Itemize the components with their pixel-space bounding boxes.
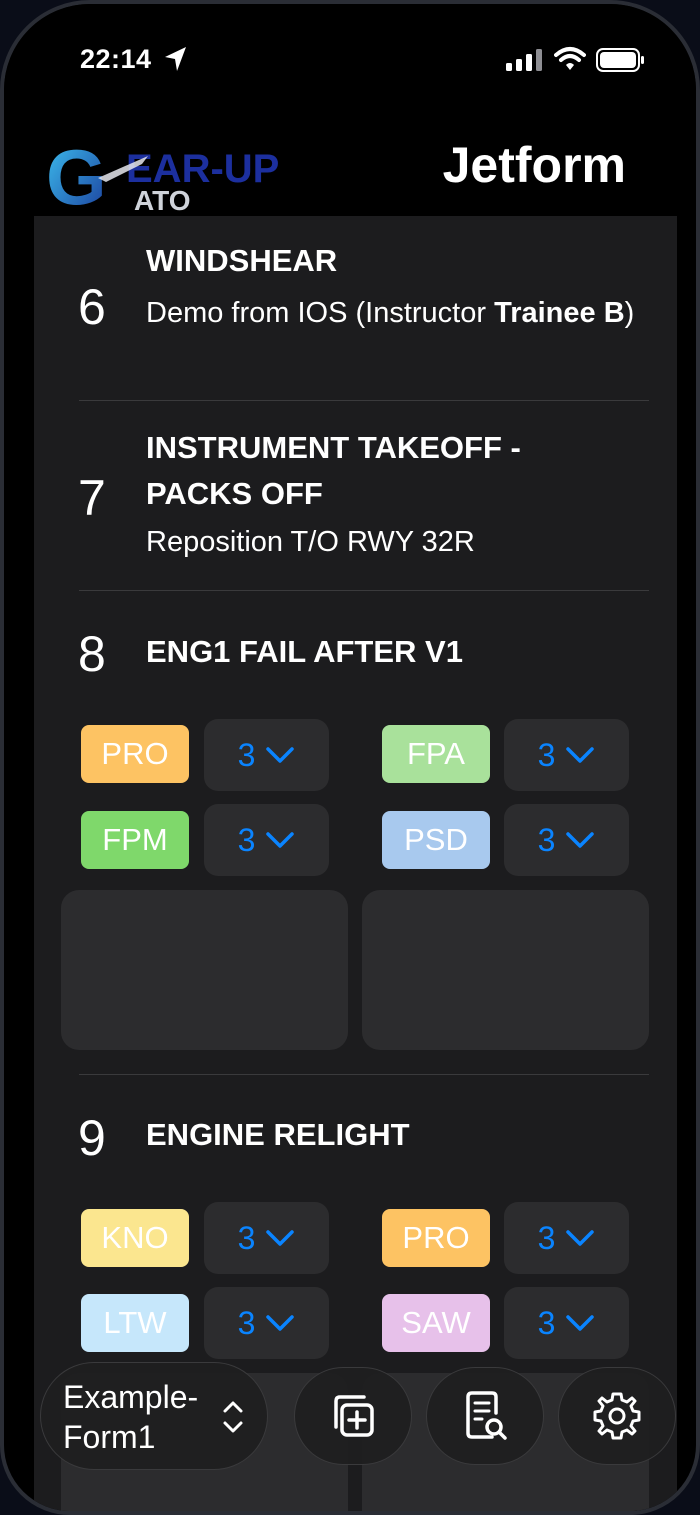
chevron-down-icon — [266, 832, 295, 848]
grade-value: 3 — [537, 736, 556, 773]
item-list[interactable]: 6 WINDSHEAR Demo from IOS (Instructor Tr… — [34, 216, 677, 1511]
status-time: 22:14 — [80, 44, 152, 74]
list-item[interactable]: 8 ENG1 FAIL AFTER V1 PRO 3 FPA 3 FPM 3 P… — [34, 591, 677, 1074]
grade-dropdown[interactable]: 3 — [204, 1287, 329, 1359]
chevron-down-icon — [266, 747, 295, 763]
grade-dropdown[interactable]: 3 — [504, 804, 629, 876]
list-item[interactable]: 6 WINDSHEAR Demo from IOS (Instructor Tr… — [34, 216, 677, 400]
chevron-down-icon — [266, 1230, 295, 1246]
gear-up-ato-logo: G EAR-UP ATO — [46, 134, 279, 221]
grade-tag: PRO — [81, 725, 189, 783]
phone-frame: 22:14 G EAR-UP ATO Jetform 6 WINDSHEAR D… — [0, 0, 700, 1515]
grade-tag: FPM — [81, 811, 189, 869]
item-title: ENG1 FAIL AFTER V1 — [146, 634, 463, 669]
grade-value: 3 — [537, 1219, 556, 1256]
settings-button[interactable] — [558, 1367, 676, 1465]
gear-icon — [593, 1392, 641, 1440]
grade-value: 3 — [237, 736, 256, 773]
item-number: 9 — [78, 1110, 106, 1166]
chevron-down-icon — [566, 1315, 595, 1331]
svg-text:ATO: ATO — [134, 185, 191, 216]
item-title: ENGINE RELIGHT — [146, 1117, 410, 1152]
list-item[interactable]: 7 INSTRUMENT TAKEOFF - PACKS OFF Reposit… — [34, 401, 677, 591]
grade-value: 3 — [237, 1304, 256, 1341]
status-bar: 22:14 — [4, 4, 696, 114]
grade-dropdown[interactable]: 3 — [504, 1287, 629, 1359]
svg-text:G: G — [46, 134, 107, 221]
grade-tag: PSD — [382, 811, 490, 869]
form-name: Example-Form1 — [63, 1379, 199, 1455]
grade-dropdown[interactable]: 3 — [504, 719, 629, 791]
chevron-down-icon — [566, 832, 595, 848]
chevron-down-icon — [566, 747, 595, 763]
grade-value: 3 — [537, 1304, 556, 1341]
document-search-icon — [466, 1391, 507, 1440]
item-subtitle: Demo from IOS (Instructor Trainee B) — [146, 297, 635, 329]
duplicate-form-button[interactable] — [294, 1367, 412, 1465]
note-field[interactable] — [362, 890, 649, 1050]
grade-tag: KNO — [81, 1209, 189, 1267]
grade-tag: PRO — [382, 1209, 490, 1267]
chevron-down-icon — [266, 1315, 295, 1331]
grade-tag: SAW — [382, 1294, 490, 1352]
cellular-signal-icon — [506, 49, 542, 71]
chevron-up-down-icon — [223, 1401, 243, 1433]
chevron-down-icon — [566, 1230, 595, 1246]
grade-dropdown[interactable]: 3 — [204, 719, 329, 791]
grade-value: 3 — [237, 821, 256, 858]
grade-dropdown[interactable]: 3 — [504, 1202, 629, 1274]
grade-tag: LTW — [81, 1294, 189, 1352]
app-title: Jetform — [442, 137, 626, 193]
item-number: 7 — [78, 470, 106, 526]
app-header: G EAR-UP ATO Jetform — [4, 114, 696, 221]
location-arrow-icon — [165, 47, 186, 71]
wifi-icon — [554, 47, 586, 70]
add-copy-icon — [334, 1395, 374, 1437]
preview-form-button[interactable] — [426, 1367, 544, 1465]
item-title: WINDSHEAR — [146, 243, 338, 278]
grade-value: 3 — [537, 821, 556, 858]
grade-tag: FPA — [382, 725, 490, 783]
note-field[interactable] — [61, 890, 348, 1050]
grade-dropdown[interactable]: 3 — [204, 804, 329, 876]
grade-dropdown[interactable]: 3 — [204, 1202, 329, 1274]
battery-icon — [596, 48, 644, 72]
grade-value: 3 — [237, 1219, 256, 1256]
item-subtitle: Reposition T/O RWY 32R — [146, 526, 475, 558]
item-number: 8 — [78, 626, 106, 682]
item-title: INSTRUMENT TAKEOFF - PACKS OFF — [146, 430, 521, 511]
item-number: 6 — [78, 279, 106, 335]
form-picker[interactable]: Example-Form1 — [40, 1362, 268, 1470]
